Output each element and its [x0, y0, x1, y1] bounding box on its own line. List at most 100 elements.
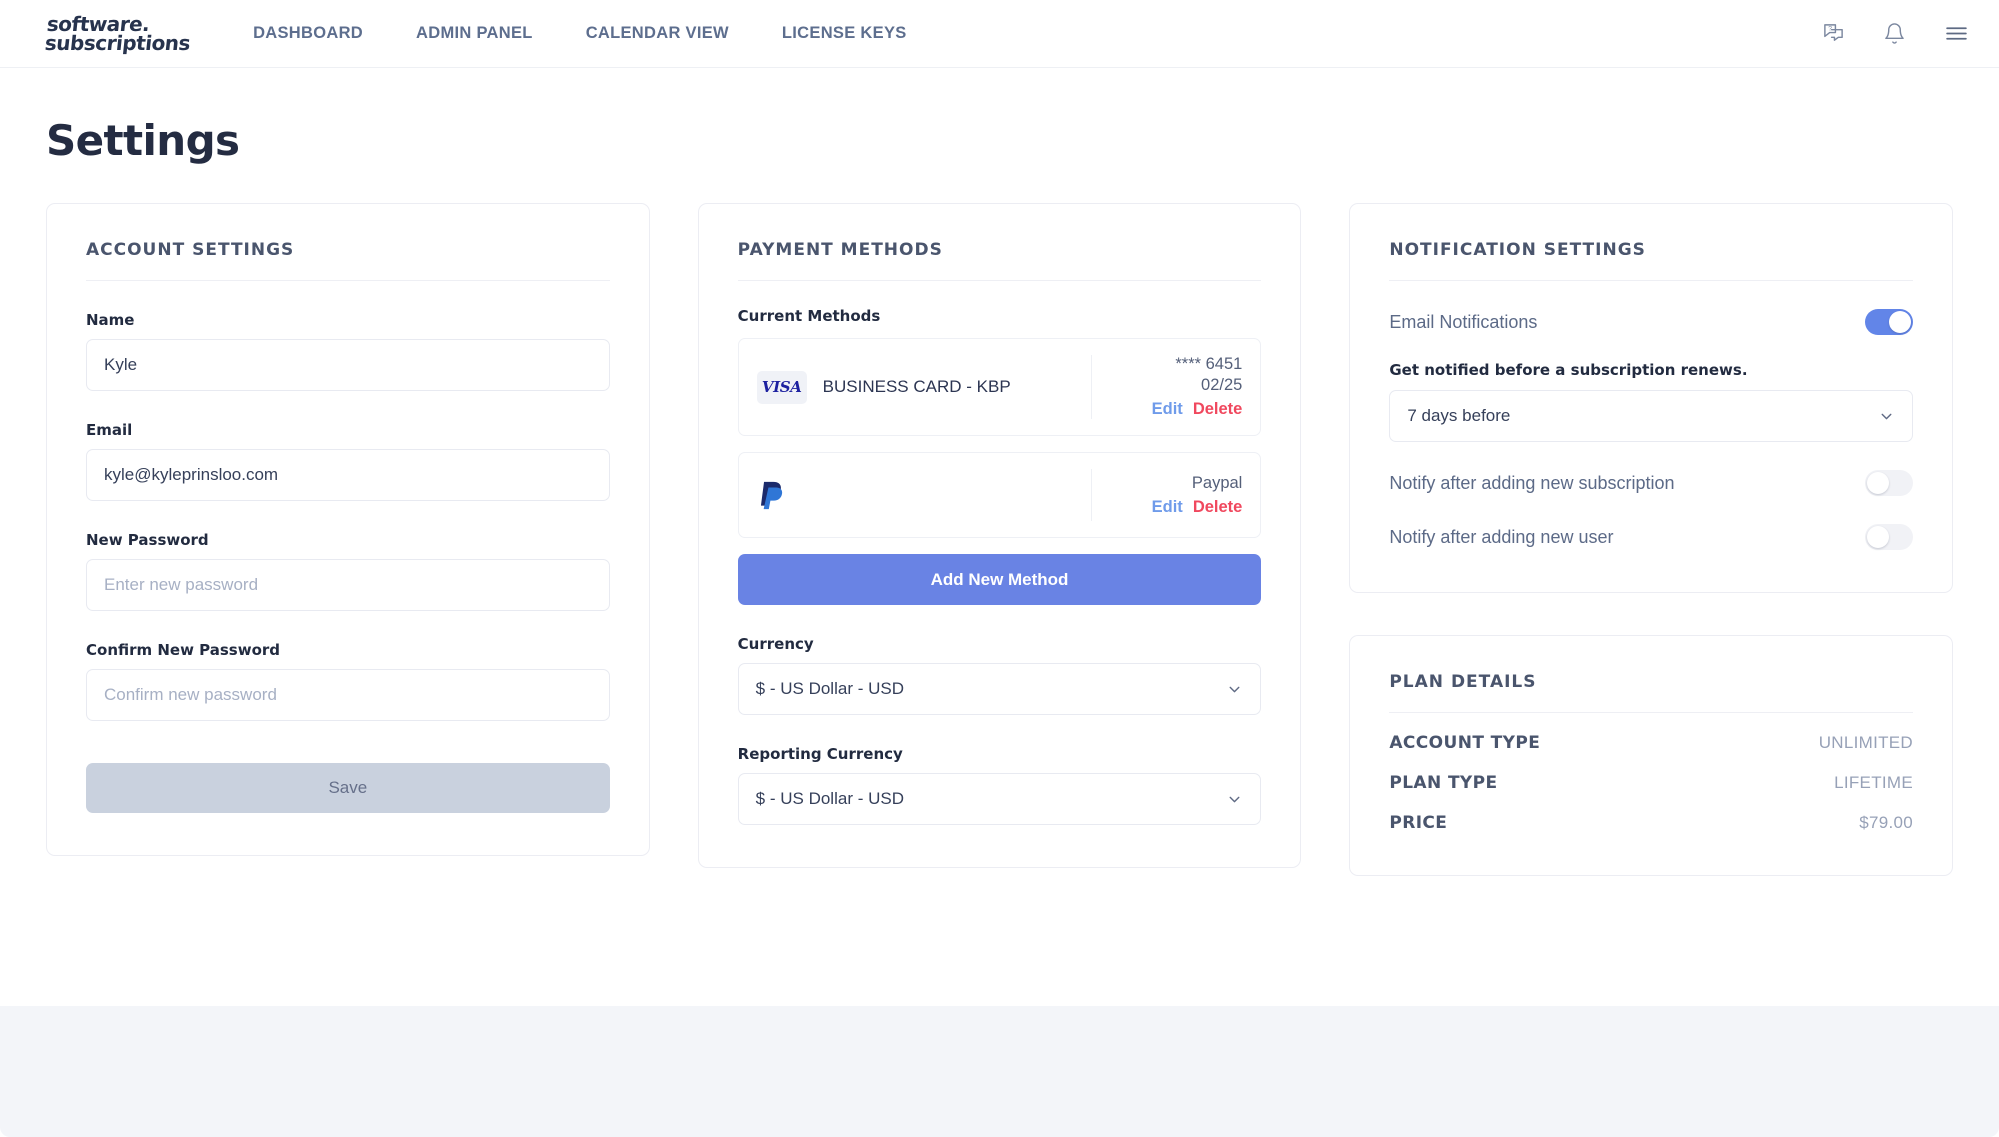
help-chat-icon[interactable]: ?	[1822, 22, 1845, 45]
payment-method-actions: Edit Delete	[1152, 498, 1243, 517]
notify-new-user-toggle[interactable]	[1865, 524, 1914, 550]
notify-new-user-row: Notify after adding new user	[1389, 524, 1914, 550]
renew-notice-select[interactable]: 7 days before	[1389, 390, 1914, 442]
header-actions: ?	[1822, 21, 1969, 46]
email-notifications-label: Email Notifications	[1389, 311, 1538, 332]
divider	[1389, 280, 1914, 281]
reporting-currency-select-value: $ - US Dollar - USD	[755, 789, 904, 808]
renew-notice-label: Get notified before a subscription renew…	[1389, 361, 1748, 379]
paypal-logo	[757, 476, 791, 514]
delete-payment-method-link[interactable]: Delete	[1193, 400, 1243, 419]
reporting-currency-label: Reporting Currency	[737, 745, 903, 763]
plan-details-title: PLAN DETAILS	[1389, 672, 1537, 692]
chevron-down-icon	[1226, 791, 1243, 808]
toggle-knob	[1867, 526, 1890, 548]
edit-payment-method-link[interactable]: Edit	[1152, 400, 1183, 419]
currency-select-value: $ - US Dollar - USD	[755, 679, 904, 698]
plan-detail-row: PLAN TYPE LIFETIME	[1389, 773, 1913, 793]
plan-detail-value: LIFETIME	[1834, 773, 1914, 792]
brand-logo-line2: subscriptions	[43, 30, 192, 55]
card-expiry: 02/25	[1201, 376, 1243, 394]
account-settings-title: ACCOUNT SETTINGS	[86, 240, 295, 260]
divider	[1389, 712, 1914, 713]
current-methods-label: Current Methods	[737, 307, 881, 325]
plan-detail-row: ACCOUNT TYPE UNLIMITED	[1389, 733, 1913, 753]
nav-item-license-keys[interactable]: LICENSE KEYS	[782, 24, 907, 43]
notification-settings-title: NOTIFICATION SETTINGS	[1389, 240, 1646, 260]
plan-details-card: PLAN DETAILS ACCOUNT TYPE UNLIMITED PLAN…	[1349, 635, 1954, 876]
plan-detail-key: PRICE	[1389, 813, 1448, 833]
currency-select[interactable]: $ - US Dollar - USD	[737, 663, 1262, 715]
new-password-label: New Password	[86, 531, 209, 549]
payment-method-identity: VISA BUSINESS CARD - KBP	[756, 355, 1093, 419]
notify-new-subscription-row: Notify after adding new subscription	[1389, 470, 1914, 496]
new-password-field-group: New Password Enter new password	[86, 531, 610, 611]
chevron-down-icon	[1878, 408, 1895, 425]
delete-payment-method-link[interactable]: Delete	[1193, 498, 1243, 517]
email-label: Email	[86, 421, 133, 439]
main-nav: DASHBOARD ADMIN PANEL CALENDAR VIEW LICE…	[253, 24, 907, 43]
column-account: ACCOUNT SETTINGS Name Kyle Email kyle@ky…	[46, 203, 650, 856]
notify-new-subscription-label: Notify after adding new subscription	[1389, 472, 1675, 493]
add-new-method-button[interactable]: Add New Method	[737, 554, 1262, 605]
visa-logo-text: VISA	[761, 378, 802, 396]
page-title: Settings	[46, 116, 240, 165]
confirm-password-label: Confirm New Password	[86, 641, 281, 659]
payment-method-details: Paypal Edit Delete	[1092, 469, 1243, 521]
reporting-currency-select[interactable]: $ - US Dollar - USD	[737, 773, 1262, 825]
brand-logo[interactable]: software. subscriptions	[43, 12, 193, 55]
payment-method-row[interactable]: VISA BUSINESS CARD - KBP **** 6451 02/25…	[737, 338, 1262, 436]
nav-item-dashboard[interactable]: DASHBOARD	[253, 24, 363, 43]
confirm-password-input[interactable]: Confirm new password	[86, 669, 610, 721]
email-notifications-toggle[interactable]	[1865, 309, 1914, 335]
footer-band	[0, 1006, 1999, 1137]
notify-new-subscription-toggle[interactable]	[1865, 470, 1914, 496]
name-label: Name	[86, 311, 135, 329]
svg-text:?: ?	[1828, 26, 1832, 33]
column-notifications: NOTIFICATION SETTINGS Email Notification…	[1349, 203, 1954, 876]
currency-label: Currency	[737, 635, 814, 653]
account-settings-card: ACCOUNT SETTINGS Name Kyle Email kyle@ky…	[46, 203, 650, 856]
chevron-down-icon	[1226, 681, 1243, 698]
payment-methods-card: PAYMENT METHODS Current Methods VISA BUS…	[697, 203, 1302, 868]
name-field-group: Name Kyle	[86, 311, 610, 391]
renew-notice-select-value: 7 days before	[1407, 406, 1511, 425]
nav-item-admin-panel[interactable]: ADMIN PANEL	[416, 24, 533, 43]
payment-method-actions: Edit Delete	[1152, 400, 1243, 419]
payment-method-details: **** 6451 02/25 Edit Delete	[1092, 355, 1243, 419]
app-header: software. subscriptions DASHBOARD ADMIN …	[0, 0, 1999, 68]
bell-icon[interactable]	[1883, 22, 1906, 45]
payment-methods-title: PAYMENT METHODS	[737, 240, 943, 260]
edit-payment-method-link[interactable]: Edit	[1152, 498, 1183, 517]
column-payment: PAYMENT METHODS Current Methods VISA BUS…	[697, 203, 1302, 868]
nav-item-calendar-view[interactable]: CALENDAR VIEW	[586, 24, 729, 43]
plan-detail-value: UNLIMITED	[1818, 733, 1914, 752]
payment-method-identity	[757, 469, 1093, 521]
payment-method-name: BUSINESS CARD - KBP	[822, 377, 1011, 397]
visa-logo: VISA	[756, 370, 807, 404]
new-password-input[interactable]: Enter new password	[86, 559, 610, 611]
payment-method-row[interactable]: Paypal Edit Delete	[737, 452, 1262, 538]
currency-field-group: Currency $ - US Dollar - USD	[737, 635, 1262, 715]
plan-detail-key: ACCOUNT TYPE	[1389, 733, 1541, 753]
paypal-label: Paypal	[1191, 473, 1243, 492]
settings-page: software. subscriptions DASHBOARD ADMIN …	[0, 0, 1999, 1137]
toggle-knob	[1889, 311, 1912, 333]
notification-settings-card: NOTIFICATION SETTINGS Email Notification…	[1349, 203, 1954, 593]
plan-detail-row: PRICE $79.00	[1389, 813, 1913, 833]
card-number-masked: **** 6451	[1175, 355, 1243, 373]
name-input[interactable]: Kyle	[86, 339, 610, 391]
email-notifications-row: Email Notifications	[1389, 309, 1914, 335]
notify-new-user-label: Notify after adding new user	[1389, 526, 1614, 547]
plan-detail-key: PLAN TYPE	[1389, 773, 1498, 793]
email-input[interactable]: kyle@kyleprinsloo.com	[86, 449, 610, 501]
plan-detail-value: $79.00	[1859, 813, 1914, 832]
settings-columns: ACCOUNT SETTINGS Name Kyle Email kyle@ky…	[46, 203, 1954, 876]
confirm-password-field-group: Confirm New Password Confirm new passwor…	[86, 641, 610, 721]
divider	[86, 280, 610, 281]
hamburger-menu-icon[interactable]	[1944, 21, 1969, 46]
toggle-knob	[1867, 472, 1890, 494]
email-field-group: Email kyle@kyleprinsloo.com	[86, 421, 610, 501]
divider	[737, 280, 1262, 281]
save-button[interactable]: Save	[86, 763, 610, 813]
